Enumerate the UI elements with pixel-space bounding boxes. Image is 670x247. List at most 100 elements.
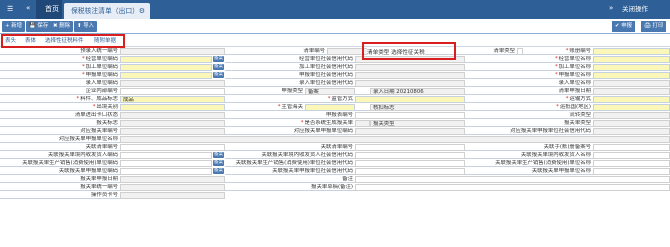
- field-text: 企业内部编号: [85, 88, 118, 94]
- field-input[interactable]: [305, 104, 355, 111]
- field-label: *加工单位名称: [465, 64, 593, 71]
- required-mark: *: [554, 56, 558, 62]
- field-input: 核扣标志: [370, 104, 465, 111]
- field-label: 加工单位社会信用代码: [225, 64, 355, 71]
- field-input[interactable]: [355, 152, 465, 159]
- field-input[interactable]: [355, 176, 670, 183]
- field-text: 关联报关单申报单位社会信用代码: [272, 168, 353, 174]
- field-input[interactable]: 成品: [120, 96, 225, 103]
- required-mark: *: [81, 72, 85, 78]
- field-text: 关联报关单申报单位名称: [531, 168, 591, 174]
- field-text: 清单进出卡口状态: [74, 112, 118, 118]
- field-input[interactable]: [120, 56, 212, 63]
- tab-bar: ☰ « 首页 保税核注清单（出口） ⚙ » 关闭操作: [0, 0, 670, 19]
- tab-settings-icon[interactable]: ⚙: [139, 3, 145, 19]
- field-text: 关联清单编号: [320, 144, 353, 150]
- field-label: 操作员卡号: [0, 192, 120, 199]
- field-input[interactable]: [355, 144, 465, 151]
- inventory-type-highlight: 清单类型 选择性征关税: [362, 42, 456, 60]
- field-label: 关联报关单境内收发货人编码: [0, 152, 120, 159]
- field-input[interactable]: [593, 56, 670, 63]
- register-button[interactable]: 备案: [213, 152, 224, 158]
- field-label: *料件、成品标志: [0, 96, 120, 103]
- field-text: 运输方式: [569, 96, 591, 102]
- field-input[interactable]: [593, 160, 670, 167]
- field-input[interactable]: [593, 96, 670, 103]
- field-text: 经营单位名称: [558, 56, 591, 62]
- import-button[interactable]: ⬆ 导入: [74, 21, 98, 32]
- field-input[interactable]: [120, 104, 225, 111]
- field-text: 经营单位编码: [85, 56, 118, 62]
- new-button[interactable]: + 新增: [2, 21, 26, 32]
- field-input: [120, 192, 225, 199]
- register-button[interactable]: 备案: [213, 64, 224, 70]
- field-input[interactable]: [593, 64, 670, 71]
- menu-icon[interactable]: ☰: [7, 0, 13, 19]
- field-input[interactable]: [593, 72, 670, 79]
- field-label: 经营单位社会信用代码: [225, 56, 355, 63]
- field-label: 清单进出卡口状态: [0, 112, 120, 119]
- field-label: 关联报关单申报单位名称: [465, 168, 593, 175]
- field-input: [593, 80, 670, 87]
- field-input[interactable]: [593, 48, 670, 55]
- tab-home[interactable]: 首页: [36, 0, 62, 19]
- field-text: 报关类型: [373, 121, 395, 127]
- field-label: 申报单位社会信用代码: [225, 72, 355, 79]
- field-label: *主管海关: [225, 104, 305, 111]
- field-label: 备注: [225, 176, 355, 183]
- field-label: 预录入统一编号: [0, 48, 120, 55]
- field-text: 对应报关单申报单位名称: [58, 136, 118, 142]
- next-tab-icon[interactable]: »: [609, 4, 613, 12]
- field-label: 录入单位社会信用代码: [225, 80, 355, 87]
- field-label: 关联清单编号: [0, 144, 120, 151]
- field-text: 监管方式: [331, 96, 353, 102]
- field-text: 申报类型: [281, 88, 303, 94]
- field-input[interactable]: [355, 168, 465, 175]
- field-input[interactable]: [593, 144, 670, 151]
- field-input[interactable]: [593, 168, 670, 175]
- field-input[interactable]: [593, 152, 670, 159]
- tab-bonded-inventory-export[interactable]: 保税核注清单（出口） ⚙: [64, 3, 150, 19]
- field-label: 关联手(账)册备案号: [465, 144, 593, 151]
- print-button[interactable]: 🖨 打印: [641, 21, 667, 32]
- register-button[interactable]: 备案: [213, 168, 224, 174]
- field-input: [593, 120, 670, 127]
- field-input[interactable]: [120, 88, 225, 95]
- field-label: *申报单位名称: [465, 72, 593, 79]
- field-input[interactable]: [355, 184, 670, 191]
- field-input: [355, 72, 465, 79]
- field-input[interactable]: [120, 168, 212, 175]
- register-button[interactable]: 备案: [213, 56, 224, 62]
- field-label: 申报表编号: [225, 112, 355, 119]
- field-input: [120, 112, 225, 119]
- field-label: 报关单类型: [465, 120, 593, 127]
- field-input[interactable]: [120, 144, 225, 151]
- field-text: 对应报关单申报单位编码: [293, 128, 353, 134]
- field-input[interactable]: [355, 160, 465, 167]
- field-text: 报关单统一编号: [80, 184, 118, 190]
- field-input: [593, 112, 670, 119]
- declare-button[interactable]: ✔ 申报: [612, 21, 636, 32]
- field-text: 录入单位社会信用代码: [299, 80, 353, 86]
- field-input[interactable]: [120, 72, 212, 79]
- register-button[interactable]: 备案: [213, 160, 224, 166]
- field-text: 关联报关单境内收发货人编码: [47, 152, 118, 158]
- field-label: 关联报关单境内收发货人名称: [465, 152, 593, 159]
- field-input[interactable]: [355, 112, 465, 119]
- field-input[interactable]: [120, 152, 212, 159]
- prev-tab-icon[interactable]: «: [26, 4, 30, 12]
- delete-button[interactable]: ✖ 删除: [50, 21, 74, 32]
- close-operations-button[interactable]: 关闭操作: [622, 0, 648, 19]
- field-input[interactable]: [120, 64, 212, 71]
- field-label: 对应报关单申报单位社会信用代码: [465, 128, 593, 135]
- save-button[interactable]: 💾 保存: [26, 21, 52, 32]
- field-text: 清单申报日期: [558, 88, 591, 94]
- field-input[interactable]: [593, 104, 670, 111]
- field-text: 申报单位编码: [85, 72, 118, 78]
- field-input[interactable]: [355, 96, 465, 103]
- field-text: 申报表编号: [326, 112, 353, 118]
- register-button[interactable]: 备案: [213, 72, 224, 78]
- field-input: [355, 80, 465, 87]
- field-label: 报关单申报日期: [0, 176, 120, 183]
- field-input[interactable]: [120, 160, 212, 167]
